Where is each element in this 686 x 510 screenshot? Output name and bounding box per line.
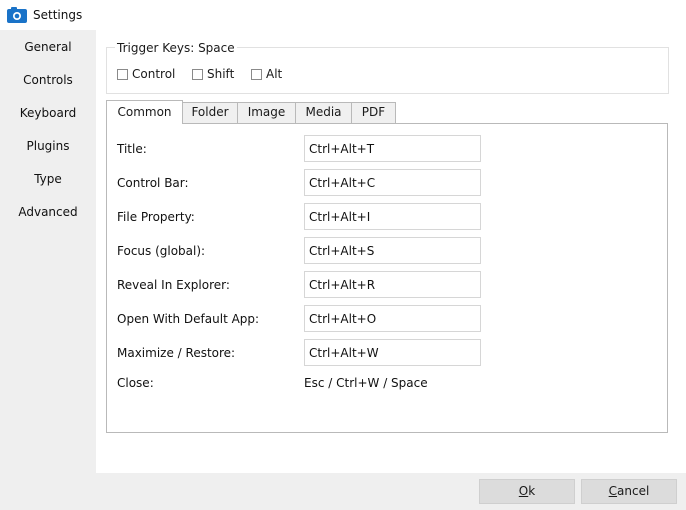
tab-pdf[interactable]: PDF [351, 102, 396, 123]
file-property-shortcut-label: File Property: [117, 210, 195, 224]
close-shortcut-label: Close: [117, 376, 154, 390]
open-default-app-shortcut-label: Open With Default App: [117, 312, 260, 326]
focus-global-shortcut-label: Focus (global): [117, 244, 206, 258]
trigger-keys-label: Trigger Keys: Space [115, 41, 237, 55]
control-bar-shortcut-label: Control Bar: [117, 176, 189, 190]
ok-button-mnemonic: O [518, 484, 529, 498]
alt-checkbox[interactable]: Alt [251, 67, 282, 81]
ok-button-label: k [528, 484, 536, 498]
checkbox-box-icon[interactable] [192, 68, 203, 80]
control-checkbox[interactable]: Control [117, 67, 175, 81]
camera-app-icon [6, 6, 28, 24]
cancel-button-label: ancel [617, 484, 650, 498]
close-shortcut-value: Esc / Ctrl+W / Space [304, 376, 428, 390]
settings-sidebar: General Controls Keyboard Plugins Type A… [0, 30, 96, 473]
open-default-app-shortcut-field[interactable] [304, 305, 481, 332]
sidebar-item-advanced[interactable]: Advanced [0, 201, 96, 223]
cancel-button-mnemonic: C [608, 484, 618, 498]
shift-checkbox[interactable]: Shift [192, 67, 234, 81]
ok-button[interactable]: Ok [479, 479, 575, 504]
reveal-in-explorer-shortcut-field[interactable] [304, 271, 481, 298]
sidebar-item-type[interactable]: Type [0, 168, 96, 190]
title-shortcut-label: Title: [117, 142, 147, 156]
maximize-restore-shortcut-label: Maximize / Restore: [117, 346, 236, 360]
control-checkbox-label: Control [132, 67, 176, 81]
shift-checkbox-label: Shift [207, 67, 235, 81]
focus-global-shortcut-field[interactable] [304, 237, 481, 264]
alt-checkbox-label: Alt [266, 67, 283, 81]
file-property-shortcut-field[interactable] [304, 203, 481, 230]
cancel-button[interactable]: Cancel [581, 479, 677, 504]
sidebar-item-keyboard[interactable]: Keyboard [0, 102, 96, 124]
title-shortcut-field[interactable] [304, 135, 481, 162]
maximize-restore-shortcut-field[interactable] [304, 339, 481, 366]
reveal-in-explorer-shortcut-label: Reveal In Explorer: [117, 278, 230, 292]
tab-image[interactable]: Image [237, 102, 296, 123]
tab-folder[interactable]: Folder [182, 102, 238, 123]
checkbox-box-icon[interactable] [117, 68, 128, 80]
window-title: Settings [33, 8, 83, 22]
tab-media[interactable]: Media [295, 102, 352, 123]
title-bar: Settings [0, 0, 686, 30]
control-bar-shortcut-field[interactable] [304, 169, 481, 196]
sidebar-item-plugins[interactable]: Plugins [0, 135, 96, 157]
checkbox-box-icon[interactable] [251, 68, 262, 80]
sidebar-item-controls[interactable]: Controls [0, 69, 96, 91]
tab-common[interactable]: Common [106, 100, 183, 124]
sidebar-item-general[interactable]: General [0, 36, 96, 58]
